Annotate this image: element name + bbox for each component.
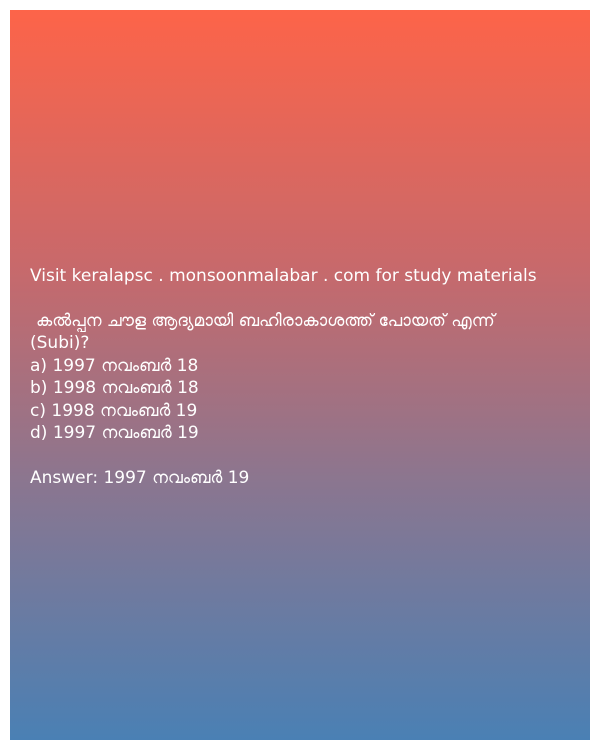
study-materials-notice: Visit keralapsc . monsoonmalabar . com f… — [30, 266, 537, 286]
quiz-card: Visit keralapsc . monsoonmalabar . com f… — [10, 10, 590, 740]
option-d: d) 1997 നവംബർ 19 — [30, 423, 199, 443]
option-c: c) 1998 നവംബർ 19 — [30, 400, 198, 421]
question-source: (Subi)? — [30, 333, 90, 353]
question-text: കൽപ്പന ചൗള ആദ്യമായി ബഹിരാകാശത്ത് പോയത് എ… — [36, 310, 495, 331]
answer-text: Answer: 1997 നവംബർ 19 — [30, 467, 250, 488]
option-b: b) 1998 നവംബർ 18 — [30, 378, 199, 398]
option-a: a) 1997 നവംബർ 18 — [30, 355, 199, 376]
